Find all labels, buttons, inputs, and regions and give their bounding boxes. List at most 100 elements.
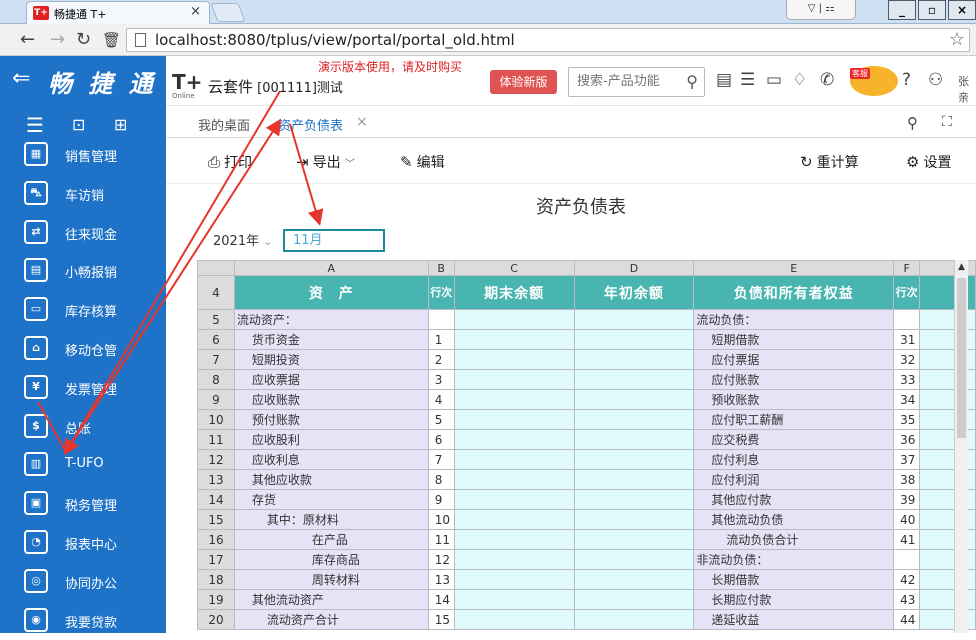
row-number[interactable]: 20	[197, 609, 235, 630]
opening-balance-cell[interactable]	[573, 549, 695, 570]
checklist-icon[interactable]: ☰	[740, 70, 755, 90]
sidebar-item[interactable]: ⌂ 移动仓管	[0, 330, 166, 368]
demo-notice[interactable]: 演示版本使用，请及时购买	[318, 58, 462, 75]
column-letter[interactable]: E	[693, 260, 895, 276]
spreadsheet[interactable]: ABCDEF4资 产行次 期末余额 年初余额 负债和所有者权益 行次 5 流动资产： 流动负债…	[197, 260, 976, 633]
ending-balance-cell[interactable]	[453, 349, 575, 370]
trash-icon[interactable]: 🗑	[102, 31, 121, 49]
sidebar-item[interactable]: ¥ 发票管理	[0, 369, 166, 407]
liability-item-cell[interactable]: 非流动负债：	[693, 549, 895, 570]
opening-balance-cell[interactable]	[573, 569, 695, 590]
row-number[interactable]: 12	[197, 449, 235, 470]
liability-item-cell[interactable]: 其他应付款	[693, 489, 895, 510]
back-arrow-icon[interactable]: ⇐	[12, 66, 30, 91]
liability-item-cell[interactable]: 应付利息	[693, 449, 895, 470]
row-number[interactable]: 5	[197, 309, 235, 330]
opening-balance-cell[interactable]	[573, 349, 695, 370]
row-number[interactable]: 16	[197, 529, 235, 550]
column-letter[interactable]: A	[233, 260, 429, 276]
line-number-cell[interactable]: 7	[427, 449, 455, 470]
asset-item-cell[interactable]: 应收账款	[233, 389, 429, 410]
user-icon[interactable]: ⚇	[928, 70, 943, 90]
opening-balance-cell[interactable]	[573, 489, 695, 510]
calculator-icon[interactable]: ▤	[716, 70, 732, 90]
ending-balance-cell[interactable]	[453, 449, 575, 470]
row-number[interactable]: 8	[197, 369, 235, 390]
bookmark-star-icon[interactable]: ☆	[949, 29, 965, 50]
liability-item-cell[interactable]: 应付利润	[693, 469, 895, 490]
line-number-cell[interactable]: 4	[427, 389, 455, 410]
asset-item-cell[interactable]: 应收股利	[233, 429, 429, 450]
line-number-cell[interactable]: 5	[427, 409, 455, 430]
line-number-cell[interactable]: 10	[427, 509, 455, 530]
scrollbar-thumb[interactable]	[957, 278, 966, 438]
opening-balance-cell[interactable]	[573, 309, 695, 330]
opening-balance-cell[interactable]	[573, 409, 695, 430]
liability-item-cell[interactable]: 应交税费	[693, 429, 895, 450]
sidebar-item[interactable]: ⛍ 车访销	[0, 175, 166, 213]
line-number-cell[interactable]: 6	[427, 429, 455, 450]
row-number[interactable]: 11	[197, 429, 235, 450]
line-number-cell[interactable]: 36	[893, 429, 921, 450]
close-window-button[interactable]: ×	[948, 0, 976, 20]
line-number-cell[interactable]: 8	[427, 469, 455, 490]
line-number-cell[interactable]: 12	[427, 549, 455, 570]
tab-close-icon[interactable]: ×	[190, 4, 201, 19]
opening-balance-cell[interactable]	[573, 429, 695, 450]
liability-item-cell[interactable]: 流动负债合计	[693, 529, 895, 550]
asset-item-cell[interactable]: 预付账款	[233, 409, 429, 430]
line-number-cell[interactable]: 34	[893, 389, 921, 410]
opening-balance-cell[interactable]	[573, 509, 695, 530]
username[interactable]: 张亲	[958, 73, 976, 105]
ending-balance-cell[interactable]	[453, 609, 575, 630]
sidebar-item[interactable]: ▦ 销售管理	[0, 136, 166, 174]
help-icon[interactable]: ?	[902, 70, 911, 90]
liability-item-cell[interactable]: 流动负债：	[693, 309, 895, 330]
ending-balance-cell[interactable]	[453, 589, 575, 610]
browser-tab[interactable]: T+ 畅捷通 T+ ×	[26, 1, 210, 24]
customer-service-mascot[interactable]: 客服	[850, 66, 898, 96]
asset-item-cell[interactable]: 其他应收款	[233, 469, 429, 490]
url-field[interactable]: localhost:8080/tplus/view/portal/portal_…	[126, 28, 970, 52]
line-number-cell[interactable]: 41	[893, 529, 921, 550]
tab-my-desktop[interactable]: 我的桌面	[198, 115, 250, 134]
liability-item-cell[interactable]: 长期借款	[693, 569, 895, 590]
line-number-cell[interactable]: 40	[893, 509, 921, 530]
opening-balance-cell[interactable]	[573, 389, 695, 410]
liability-item-cell[interactable]: 应付票据	[693, 349, 895, 370]
phone-icon[interactable]: ✆	[820, 70, 834, 90]
line-number-cell[interactable]: 33	[893, 369, 921, 390]
asset-item-cell[interactable]: 存货	[233, 489, 429, 510]
line-number-cell[interactable]: 39	[893, 489, 921, 510]
line-number-cell[interactable]	[427, 309, 455, 330]
bookmark-icon[interactable]: ⊡	[72, 115, 85, 134]
sidebar-item[interactable]: ◎ 协同办公	[0, 563, 166, 601]
scroll-up-icon[interactable]: ▲	[958, 262, 965, 272]
sidebar-item[interactable]: ◔ 报表中心	[0, 524, 166, 562]
row-number[interactable]: 10	[197, 409, 235, 430]
ending-balance-cell[interactable]	[453, 469, 575, 490]
row-number[interactable]: 15	[197, 509, 235, 530]
asset-item-cell[interactable]: 其中：原材料	[233, 509, 429, 530]
ending-balance-cell[interactable]	[453, 409, 575, 430]
ending-balance-cell[interactable]	[453, 329, 575, 350]
reload-icon[interactable]: ↻	[76, 29, 91, 50]
back-arrow-icon[interactable]: ←	[20, 29, 35, 50]
maximize-button[interactable]: ▫	[918, 0, 946, 20]
row-number[interactable]: 14	[197, 489, 235, 510]
line-number-cell[interactable]: 37	[893, 449, 921, 470]
line-number-cell[interactable]: 2	[427, 349, 455, 370]
edit-button[interactable]: ✎ 编辑	[400, 152, 445, 172]
sidebar-item[interactable]: ▣ 税务管理	[0, 485, 166, 523]
row-number[interactable]: 4	[197, 275, 235, 310]
asset-item-cell[interactable]: 流动资产：	[233, 309, 429, 330]
settings-button[interactable]: ⚙ 设置	[906, 152, 951, 172]
line-number-cell[interactable]: 1	[427, 329, 455, 350]
line-number-cell[interactable]: 9	[427, 489, 455, 510]
month-select[interactable]: 11月	[283, 229, 385, 252]
opening-balance-cell[interactable]	[573, 449, 695, 470]
edit-icon[interactable]: ⊞	[114, 115, 127, 134]
try-new-version-button[interactable]: 体验新版	[490, 70, 557, 94]
row-number[interactable]: 19	[197, 589, 235, 610]
bell-icon[interactable]: ♢	[792, 70, 807, 90]
